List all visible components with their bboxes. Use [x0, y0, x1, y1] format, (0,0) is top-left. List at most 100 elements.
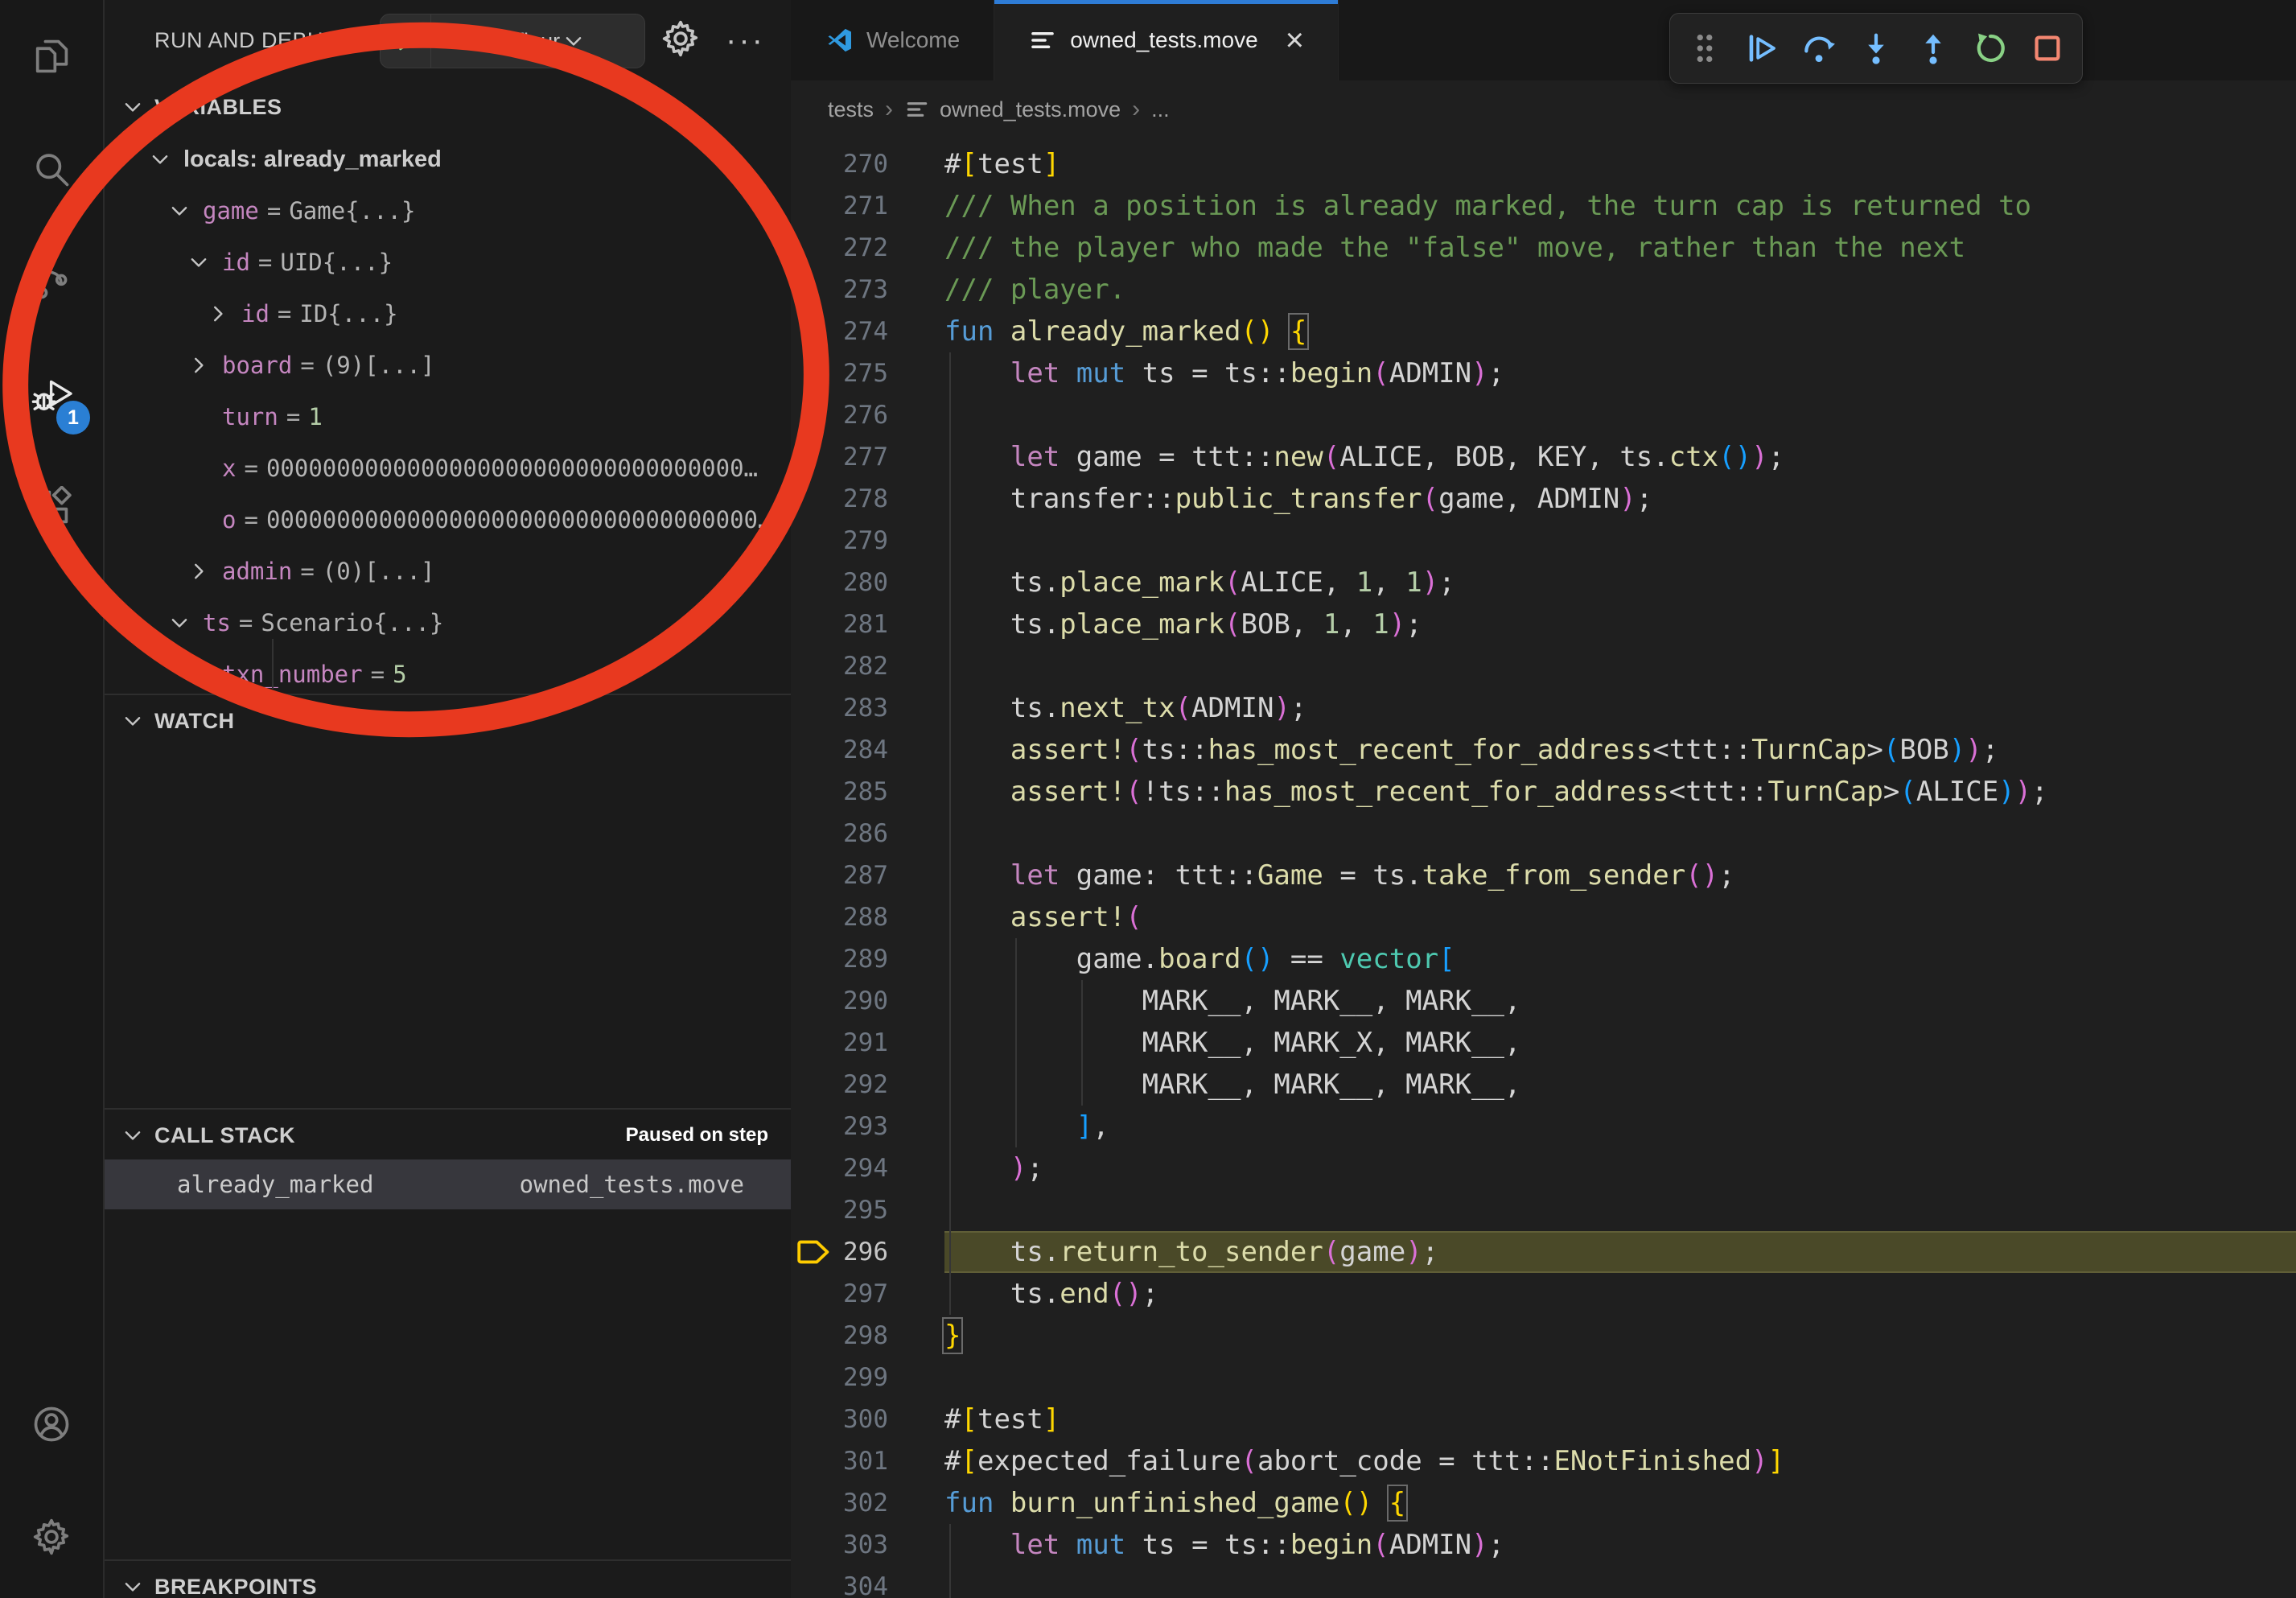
gutter-line-276[interactable]: 276	[791, 394, 944, 436]
gutter-line-303[interactable]: 303	[791, 1524, 944, 1566]
code-token: fun	[944, 1487, 994, 1519]
tab-owned-tests-move[interactable]: owned_tests.move×	[994, 0, 1339, 80]
start-debug-button[interactable]	[381, 14, 431, 68]
gutter-line-284[interactable]: 284	[791, 729, 944, 771]
variable-row-game[interactable]: game=Game{...}	[105, 185, 854, 237]
gutter-line-272[interactable]: 272	[791, 227, 944, 269]
code-token: )	[1389, 608, 1405, 640]
variable-row-turn[interactable]: turn=1	[105, 391, 873, 443]
gutter-line-291[interactable]: 291	[791, 1022, 944, 1064]
gutter-line-275[interactable]: 275	[791, 352, 944, 394]
gutter-line-274[interactable]: 274	[791, 311, 944, 352]
variables-section-header[interactable]: VARIABLES	[105, 81, 791, 133]
step-into-button[interactable]	[1854, 26, 1899, 71]
gutter-line-299[interactable]: 299	[791, 1357, 944, 1398]
chevron-down-icon[interactable]	[187, 250, 222, 274]
variable-row-o[interactable]: o=00000000000000000000000000000000000…	[105, 494, 873, 546]
line-number: 281	[843, 610, 944, 639]
gutter-line-293[interactable]: 293	[791, 1106, 944, 1147]
gutter-line-295[interactable]: 295	[791, 1189, 944, 1231]
gutter-line-296[interactable]: 296	[791, 1231, 944, 1273]
debug-config-dropdown[interactable]: No Configur	[380, 14, 645, 68]
code-token: #	[944, 148, 961, 180]
breadcrumb[interactable]: tests›owned_tests.move›...	[791, 80, 2296, 138]
chevron-down-icon[interactable]	[148, 147, 183, 171]
watch-section-header[interactable]: WATCH	[105, 695, 791, 747]
code-token: (	[1883, 734, 1899, 766]
restart-button[interactable]	[1968, 26, 2013, 71]
gutter-line-290[interactable]: 290	[791, 980, 944, 1022]
gutter-line-294[interactable]: 294	[791, 1147, 944, 1189]
line-number: 298	[843, 1321, 944, 1350]
line-content: ts.end();	[944, 1273, 2296, 1315]
activity-item-search[interactable]	[0, 113, 103, 225]
gutter-line-270[interactable]: 270	[791, 143, 944, 185]
breadcrumb-item[interactable]: ...	[1151, 97, 1170, 122]
gutter-line-287[interactable]: 287	[791, 855, 944, 896]
activity-item-account[interactable]	[0, 1368, 103, 1481]
variable-row-ts[interactable]: ts=Scenario{...}	[105, 597, 854, 649]
continue-button[interactable]	[1739, 26, 1784, 71]
code-token	[1372, 1487, 1389, 1519]
move-file-icon	[904, 97, 930, 122]
indent-guide	[949, 520, 951, 562]
activity-item-explorer[interactable]	[0, 0, 103, 113]
gutter-line-283[interactable]: 283	[791, 687, 944, 729]
tab-welcome[interactable]: Welcome	[791, 0, 994, 80]
code-token: ctx	[1669, 441, 1718, 473]
variable-row-id[interactable]: id=ID{...}	[105, 288, 892, 340]
variable-row-id[interactable]: id=UID{...}	[105, 237, 873, 288]
variables-scope-row[interactable]: locals: already_marked	[105, 134, 834, 185]
more-actions-button[interactable]: ···	[726, 18, 765, 63]
activity-item-source-control[interactable]	[0, 225, 103, 338]
code-token: ALICE	[1916, 776, 1998, 808]
gutter-line-277[interactable]: 277	[791, 436, 944, 478]
variable-row-x[interactable]: x=0000000000000000000000000000000000…	[105, 443, 873, 494]
activity-item-run-and-debug[interactable]: 1	[0, 338, 103, 451]
gutter-line-300[interactable]: 300	[791, 1398, 944, 1440]
variable-row-txn_number[interactable]: txn_number=5	[105, 649, 873, 700]
gutter-line-304[interactable]: 304	[791, 1566, 944, 1598]
call-stack-section-header[interactable]: CALL STACK Paused on step	[105, 1110, 791, 1161]
gutter-line-292[interactable]: 292	[791, 1064, 944, 1106]
line-content: ts.place_mark(BOB, 1, 1);	[944, 603, 2296, 645]
gutter-line-301[interactable]: 301	[791, 1440, 944, 1482]
gutter-line-298[interactable]: 298	[791, 1315, 944, 1357]
call-stack-frame[interactable]: already_marked owned_tests.move	[105, 1159, 791, 1209]
gutter-line-271[interactable]: 271	[791, 185, 944, 227]
stop-button[interactable]	[2025, 26, 2070, 71]
breadcrumb-item[interactable]: owned_tests.move	[940, 97, 1121, 122]
step-out-button[interactable]	[1911, 26, 1956, 71]
activity-item-extensions[interactable]	[0, 451, 103, 563]
gutter-line-302[interactable]: 302	[791, 1482, 944, 1524]
step-over-button[interactable]	[1796, 26, 1841, 71]
gutter-line-278[interactable]: 278	[791, 478, 944, 520]
gutter-line-279[interactable]: 279	[791, 520, 944, 562]
gutter-line-280[interactable]: 280	[791, 562, 944, 603]
gutter-line-286[interactable]: 286	[791, 813, 944, 855]
chevron-right-icon[interactable]	[187, 353, 222, 377]
gutter-line-281[interactable]: 281	[791, 603, 944, 645]
gutter-line-273[interactable]: 273	[791, 269, 944, 311]
activity-item-settings[interactable]	[0, 1481, 103, 1593]
gutter-line-282[interactable]: 282	[791, 645, 944, 687]
gutter-line-285[interactable]: 285	[791, 771, 944, 813]
code-token: (	[1241, 1445, 1257, 1477]
chevron-down-icon	[121, 95, 145, 119]
gutter-line-288[interactable]: 288	[791, 896, 944, 938]
code-line-276: 276	[791, 394, 2296, 436]
breadcrumb-item[interactable]: tests	[828, 97, 874, 122]
chevron-right-icon[interactable]	[187, 559, 222, 583]
gutter-line-297[interactable]: 297	[791, 1273, 944, 1315]
chevron-down-icon[interactable]	[167, 611, 203, 635]
close-icon[interactable]: ×	[1286, 24, 1304, 56]
chevron-down-icon[interactable]	[167, 199, 203, 223]
variable-row-admin[interactable]: admin=(0)[...]	[105, 546, 873, 597]
debug-settings-gear-icon[interactable]	[660, 18, 702, 64]
breakpoints-section-header[interactable]: BREAKPOINTS	[105, 1561, 791, 1598]
chevron-right-icon[interactable]	[206, 302, 241, 326]
variable-row-board[interactable]: board=(9)[...]	[105, 340, 873, 391]
gutter-line-289[interactable]: 289	[791, 938, 944, 980]
drag-grip-button[interactable]	[1682, 26, 1727, 71]
code-editor[interactable]: 270#[test]271/// When a position is alre…	[791, 138, 2296, 1598]
